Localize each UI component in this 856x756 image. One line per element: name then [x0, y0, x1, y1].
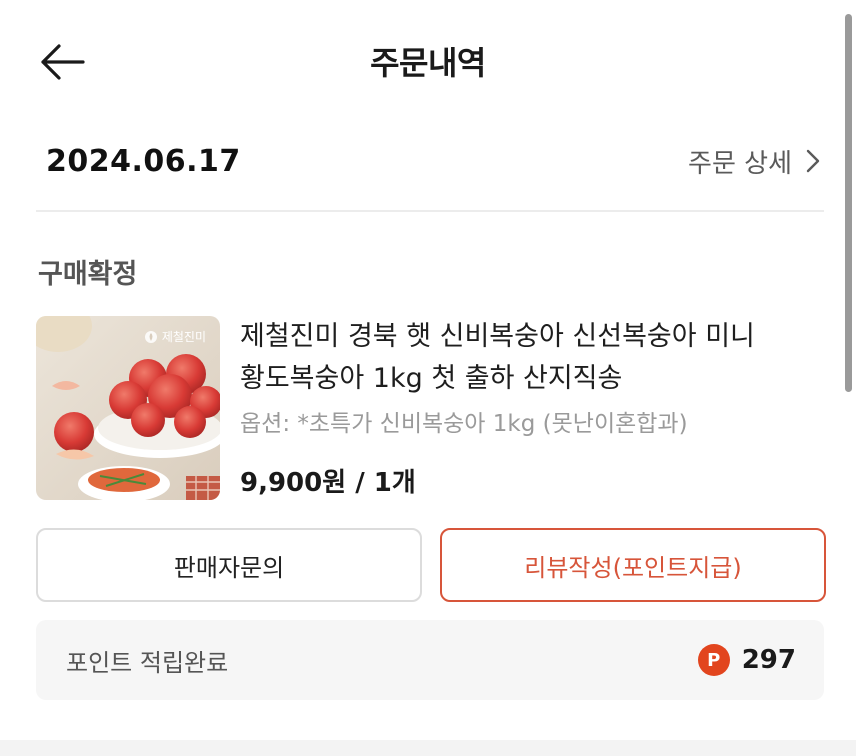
points-label: 포인트 적립완료 — [66, 648, 229, 677]
product-item[interactable]: 제철진미 제철진미 경북 햇 신비복숭아 신선복숭아 미니 황도복숭아 1kg … — [36, 316, 826, 502]
points-value-group: P 297 — [697, 644, 796, 676]
product-name-line1: 제철진미 경북 햇 신비복숭아 신선복숭아 미니 — [240, 321, 755, 352]
write-review-button[interactable]: 리뷰작성(포인트지급) — [440, 528, 826, 602]
points-summary: 포인트 적립완료 P 297 — [36, 620, 824, 700]
app-header: 주문내역 — [0, 0, 856, 120]
order-detail-link[interactable]: 주문 상세 — [688, 143, 820, 180]
write-review-label: 리뷰작성(포인트지급) — [524, 553, 742, 582]
brand-watermark-label: 제철진미 — [161, 330, 206, 344]
brand-logo-icon — [144, 330, 157, 343]
brand-watermark: 제철진미 — [144, 328, 206, 345]
product-option: 옵션: *초특가 신비복숭아 1kg (못난이혼합과) — [240, 411, 688, 437]
seller-inquiry-label: 판매자문의 — [173, 553, 285, 582]
scrollbar[interactable] — [845, 14, 852, 392]
product-name[interactable]: 제철진미 경북 햇 신비복숭아 신선복숭아 미니 황도복숭아 1kg 첫 출하 … — [240, 316, 820, 400]
order-summary-row: 2024.06.17 주문 상세 — [46, 138, 820, 184]
page-title: 주문내역 — [370, 44, 486, 82]
product-thumbnail[interactable]: 제철진미 — [36, 316, 220, 500]
order-detail-label: 주문 상세 — [688, 148, 792, 179]
order-date: 2024.06.17 — [46, 143, 241, 179]
order-status: 구매확정 — [38, 259, 138, 290]
chevron-right-icon — [806, 149, 820, 173]
product-price: 9,900원 / 1개 — [240, 468, 416, 498]
section-separator — [0, 740, 856, 756]
seller-inquiry-button[interactable]: 판매자문의 — [36, 528, 422, 602]
product-name-line2: 황도복숭아 1kg 첫 출하 산지직송 — [240, 363, 623, 394]
point-coin-icon: P — [697, 644, 730, 676]
divider — [36, 210, 824, 212]
points-value: 297 — [741, 645, 796, 675]
